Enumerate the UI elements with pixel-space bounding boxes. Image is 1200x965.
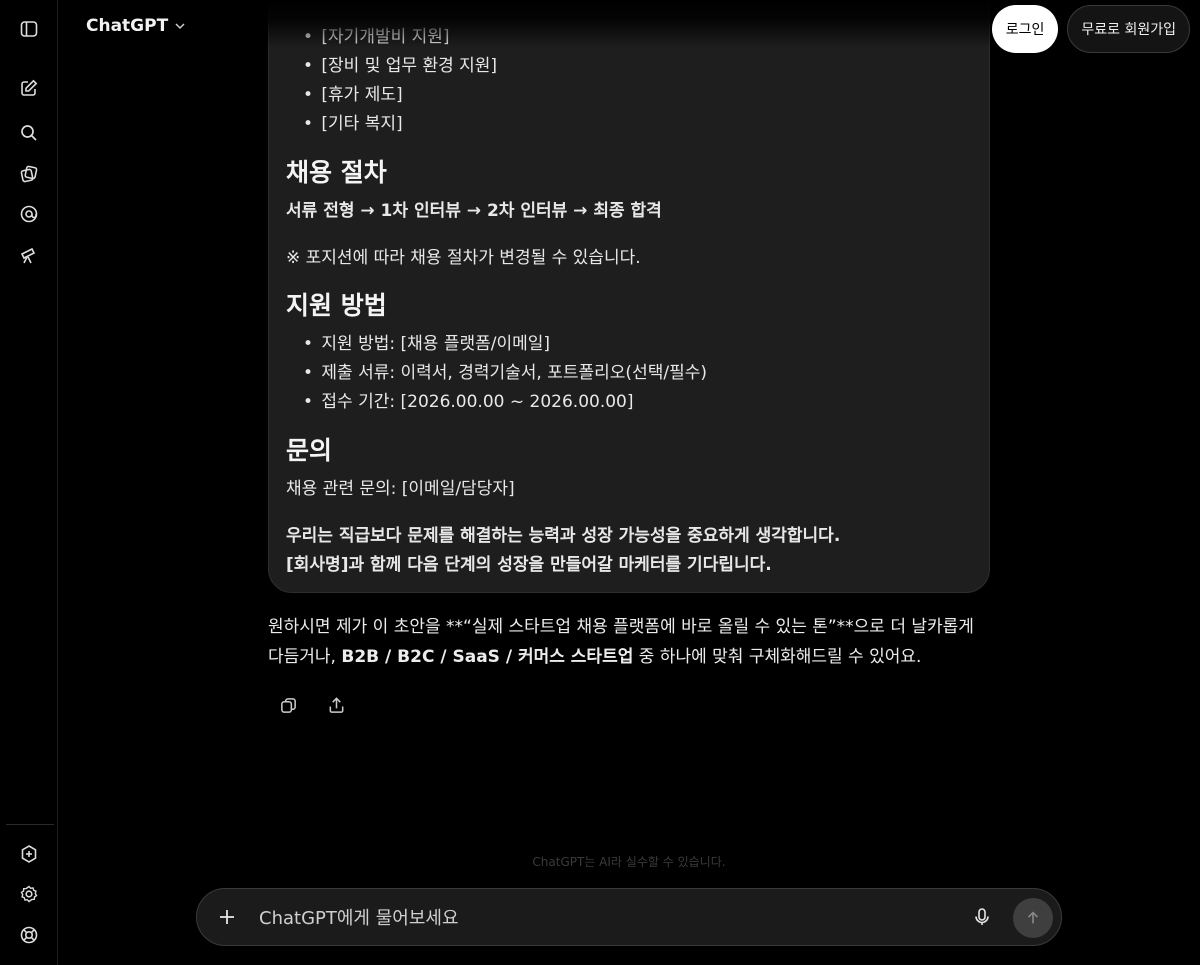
library-button[interactable] xyxy=(9,156,49,192)
sidebar xyxy=(0,0,58,965)
process-note: ※ 포지션에 따라 채용 절차가 변경될 수 있습니다. xyxy=(286,248,641,268)
list-item: • 제출 서류: 이력서, 경력기술서, 포트폴리오(선택/필수) xyxy=(303,363,707,383)
lifebuoy-icon xyxy=(20,926,38,944)
disclaimer: ChatGPT는 AI라 실수할 수 있습니다. xyxy=(532,855,726,869)
list-item: • [자기개발비 지원] xyxy=(303,27,450,47)
closing-line: 우리는 직급보다 문제를 해결하는 능력과 성장 가능성을 중요하게 생각합니다… xyxy=(286,526,841,546)
toggle-sidebar-button[interactable] xyxy=(9,11,49,47)
list-item: • [장비 및 업무 환경 지원] xyxy=(303,56,498,76)
list-item: • [기타 복지] xyxy=(303,114,403,134)
list-item: • 지원 방법: [채용 플랫폼/이메일] xyxy=(303,334,551,354)
model-selector[interactable]: ChatGPT xyxy=(86,16,186,36)
attach-button[interactable] xyxy=(213,903,241,931)
at-sign-icon xyxy=(20,205,38,223)
list-item: • 접수 기간: [2026.00.00 ~ 2026.00.00] xyxy=(303,392,634,412)
help-button[interactable] xyxy=(9,917,49,953)
composer xyxy=(196,888,1062,946)
microphone-icon xyxy=(975,908,989,925)
images-icon xyxy=(20,165,38,183)
search-button[interactable] xyxy=(9,115,49,151)
closing-line: [회사명]과 함께 다음 단계의 성장을 만들어갈 마케터를 기다립니다. xyxy=(286,555,772,575)
arrow-up-icon xyxy=(1027,911,1039,924)
voice-button[interactable] xyxy=(969,904,995,930)
apply-heading: 지원 방법 xyxy=(286,291,387,320)
user-message-card: • [자기개발비 지원] • [장비 및 업무 환경 지원] • [휴가 제도]… xyxy=(268,0,990,593)
prompt-input[interactable] xyxy=(257,899,961,937)
sidebar-divider xyxy=(6,824,54,825)
auth-actions: 로그인 무료로 회원가입 xyxy=(991,5,1190,53)
share-button[interactable] xyxy=(318,690,354,720)
assistant-reply: 원하시면 제가 이 초안을 **“실제 스타트업 채용 플랫폼에 바로 올릴 수… xyxy=(268,612,994,672)
new-chat-button[interactable] xyxy=(9,70,49,106)
copy-icon xyxy=(280,697,296,713)
process-heading: 채용 절차 xyxy=(286,158,387,187)
contact-line: 채용 관련 문의: [이메일/담당자] xyxy=(286,479,515,499)
list-item: • [휴가 제도] xyxy=(303,85,403,105)
process-flow: 서류 전형 → 1차 인터뷰 → 2차 인터뷰 → 최종 합격 xyxy=(286,201,662,221)
share-icon xyxy=(329,696,343,713)
search-icon xyxy=(21,125,37,141)
edit-icon xyxy=(21,79,38,96)
contact-heading: 문의 xyxy=(286,436,333,465)
login-button[interactable]: 로그인 xyxy=(991,5,1059,53)
gear-icon xyxy=(20,885,38,903)
chevron-down-icon xyxy=(175,23,185,30)
codex-button[interactable] xyxy=(9,196,49,232)
reply-text: 중 하나에 맞춰 구체화해드릴 수 있어요. xyxy=(633,647,922,667)
copy-button[interactable] xyxy=(270,690,306,720)
reply-bold-text: B2B / B2C / SaaS / 커머스 스타트업 xyxy=(341,647,634,667)
send-button[interactable] xyxy=(1013,898,1053,938)
signup-button[interactable]: 무료로 회원가입 xyxy=(1067,5,1190,53)
explore-button[interactable] xyxy=(9,237,49,273)
plus-icon xyxy=(220,910,234,924)
message-actions xyxy=(270,690,354,720)
sidebar-toggle-icon xyxy=(20,21,38,37)
settings-button[interactable] xyxy=(9,876,49,912)
telescope-icon xyxy=(20,247,36,264)
brand-title: ChatGPT xyxy=(86,16,169,36)
